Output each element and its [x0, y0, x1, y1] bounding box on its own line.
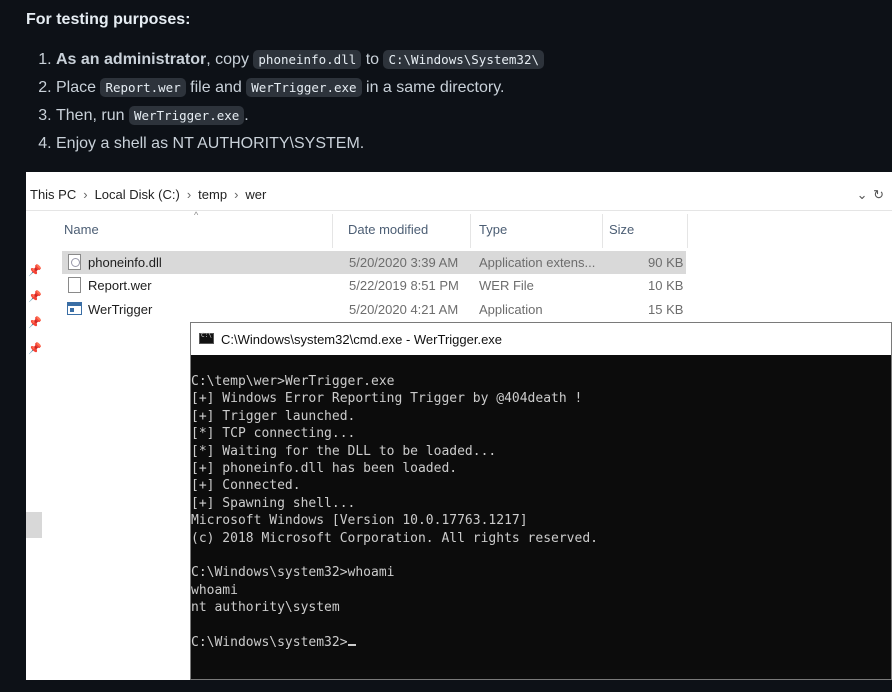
step-text: . [244, 107, 249, 124]
column-header-type[interactable]: Type [479, 222, 507, 237]
file-size: 90 KB [648, 255, 684, 270]
cmd-title: C:\Windows\system32\cmd.exe - WerTrigger… [221, 332, 503, 347]
sort-up-icon: ^ [194, 210, 199, 220]
file-type: WER File [479, 278, 534, 293]
pin-icon[interactable]: 📌 [28, 264, 42, 277]
refresh-icon[interactable]: ↻ [873, 187, 884, 202]
step-item: Place Report.wer file and WerTrigger.exe… [56, 74, 544, 102]
breadcrumb-item[interactable]: Local Disk (C:) [95, 187, 180, 202]
breadcrumb-item[interactable]: wer [245, 187, 266, 202]
address-bar[interactable]: This PC › Local Disk (C:) › temp › wer ⌄ ↻ [26, 180, 892, 211]
file-name: phoneinfo.dll [88, 255, 162, 270]
chevron-right-icon: › [186, 187, 192, 202]
chevron-right-icon: › [83, 187, 88, 202]
inline-code: C:\Windows\System32\ [383, 50, 544, 69]
file-date: 5/22/2019 8:51 PM [349, 278, 459, 293]
file-size: 15 KB [648, 302, 684, 317]
step-text: Place [56, 79, 101, 96]
breadcrumb-item[interactable]: temp [198, 187, 227, 202]
file-size: 10 KB [648, 278, 684, 293]
inline-code: WerTrigger.exe [128, 106, 245, 125]
section-heading: For testing purposes: [26, 11, 191, 28]
application-icon [67, 302, 82, 315]
document-icon [68, 277, 81, 293]
step-item: Then, run WerTrigger.exe. [56, 102, 544, 130]
dll-file-icon [68, 254, 81, 270]
step-text: Enjoy a shell as NT AUTHORITY\SYSTEM. [56, 135, 365, 152]
file-date: 5/20/2020 3:39 AM [349, 255, 459, 270]
scrollbar-thumb[interactable] [26, 512, 42, 538]
column-divider[interactable] [602, 214, 603, 248]
step-text: to [361, 51, 384, 68]
column-header-row: ^ Name Date modified Type Size [62, 210, 712, 248]
cmd-icon [199, 332, 214, 344]
column-header-name[interactable]: Name [64, 222, 99, 237]
chevron-right-icon: › [234, 187, 239, 202]
file-type: Application extens... [479, 255, 596, 270]
column-divider[interactable] [332, 214, 333, 248]
cmd-window[interactable]: C:\Windows\system32\cmd.exe - WerTrigger… [190, 322, 892, 680]
file-row[interactable]: phoneinfo.dll 5/20/2020 3:39 AM Applicat… [62, 251, 686, 274]
file-date: 5/20/2020 4:21 AM [349, 302, 459, 317]
step-item: Enjoy a shell as NT AUTHORITY\SYSTEM. [56, 130, 544, 158]
step-text: in a same directory. [361, 79, 505, 96]
file-name: Report.wer [88, 278, 152, 293]
screenshot-image: This PC › Local Disk (C:) › temp › wer ⌄ ↻ ^ N… [26, 172, 892, 680]
breadcrumb: This PC › Local Disk (C:) › temp › wer [30, 187, 266, 202]
column-divider[interactable] [470, 214, 471, 248]
chevron-down-icon[interactable]: ⌄ [857, 187, 868, 202]
step-emphasis: As an administrator [56, 51, 207, 68]
breadcrumb-item[interactable]: This PC [30, 187, 76, 202]
console-output[interactable]: C:\temp\wer>WerTrigger.exe [+] Windows E… [191, 373, 598, 652]
step-text: Then, run [56, 107, 129, 124]
step-text: file and [185, 79, 247, 96]
console-text: C:\temp\wer>WerTrigger.exe [+] Windows E… [191, 374, 598, 651]
file-type: Application [479, 302, 543, 317]
step-text: , copy [206, 51, 254, 68]
text-cursor [347, 644, 356, 647]
column-header-size[interactable]: Size [609, 222, 634, 237]
file-row[interactable]: WerTrigger 5/20/2020 4:21 AM Application… [62, 298, 686, 321]
step-item: As an administrator, copy phoneinfo.dll … [56, 46, 544, 74]
inline-code: phoneinfo.dll [253, 50, 362, 69]
column-header-date[interactable]: Date modified [348, 222, 428, 237]
file-row[interactable]: Report.wer 5/22/2019 8:51 PM WER File 10… [62, 274, 686, 297]
pin-icon[interactable]: 📌 [28, 342, 42, 355]
cmd-title-bar[interactable]: C:\Windows\system32\cmd.exe - WerTrigger… [191, 323, 891, 355]
column-divider[interactable] [687, 214, 688, 248]
inline-code: Report.wer [100, 78, 186, 97]
pin-icon[interactable]: 📌 [28, 316, 42, 329]
steps-list: As an administrator, copy phoneinfo.dll … [26, 46, 544, 158]
inline-code: WerTrigger.exe [246, 78, 362, 97]
file-name: WerTrigger [88, 302, 153, 317]
pin-icon[interactable]: 📌 [28, 290, 42, 303]
